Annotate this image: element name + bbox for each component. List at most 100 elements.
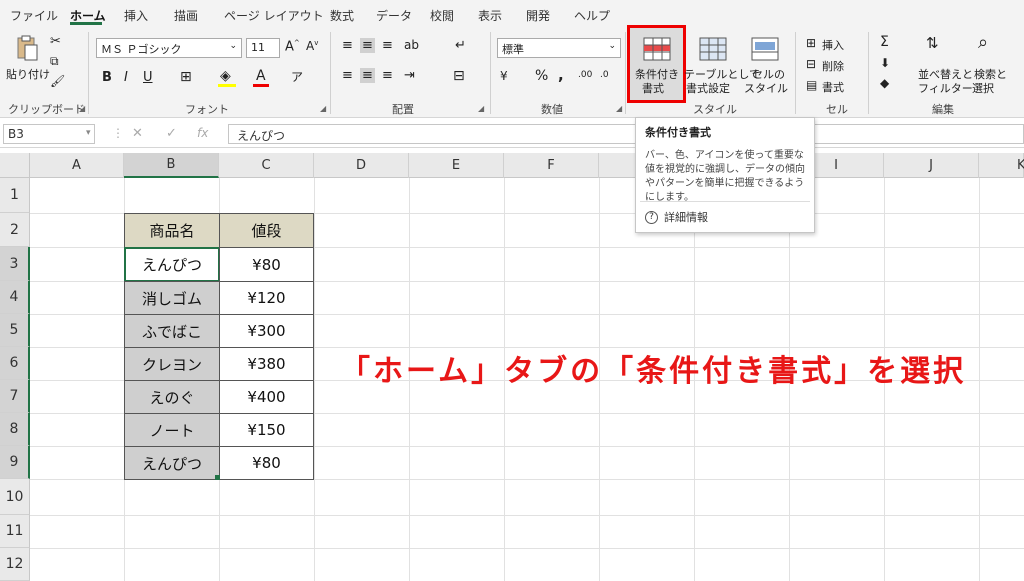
align-top-icon[interactable]: ≡ bbox=[342, 38, 353, 53]
cancel-icon[interactable]: ✕ bbox=[132, 126, 143, 141]
alignment-launcher-icon[interactable]: ◢ bbox=[478, 104, 484, 113]
row-header-10[interactable]: 10 bbox=[0, 479, 30, 515]
row-header-7[interactable]: 7 bbox=[0, 380, 30, 413]
tab-formulas[interactable]: 数式 bbox=[330, 7, 354, 24]
delete-cells-label[interactable]: 削除 bbox=[822, 58, 844, 74]
column-header-d[interactable]: D bbox=[314, 153, 409, 178]
decrease-font-icon[interactable]: Av bbox=[306, 39, 318, 53]
table-cell-price[interactable]: ¥80 bbox=[219, 247, 314, 282]
italic-icon[interactable]: I bbox=[124, 70, 128, 85]
number-launcher-icon[interactable]: ◢ bbox=[616, 104, 622, 113]
name-box[interactable]: B3 bbox=[3, 124, 95, 144]
format-cells-icon[interactable]: ▤ bbox=[806, 78, 817, 92]
insert-cells-icon[interactable]: ⊞ bbox=[806, 36, 816, 50]
table-cell-name[interactable]: ノート bbox=[124, 413, 220, 447]
table-cell-name[interactable]: えんぴつ bbox=[124, 446, 220, 480]
column-header-c[interactable]: C bbox=[219, 153, 314, 178]
tab-developer[interactable]: 開発 bbox=[526, 7, 550, 24]
tab-review[interactable]: 校閲 bbox=[430, 7, 454, 24]
find-select-icon[interactable]: ⌕ bbox=[978, 32, 988, 53]
table-cell-name[interactable]: ふでばこ bbox=[124, 314, 220, 348]
column-header-e[interactable]: E bbox=[409, 153, 504, 178]
name-box-dropdown-icon[interactable]: ▾ bbox=[86, 128, 91, 138]
tab-help[interactable]: ヘルプ bbox=[574, 7, 610, 24]
format-cells-label[interactable]: 書式 bbox=[822, 79, 844, 95]
insert-cells-label[interactable]: 挿入 bbox=[822, 37, 844, 53]
paste-icon[interactable] bbox=[14, 34, 40, 62]
bold-icon[interactable]: B bbox=[102, 70, 112, 85]
table-cell-price[interactable]: ¥400 bbox=[219, 380, 314, 414]
format-as-table-label-2[interactable]: 書式設定 bbox=[686, 80, 730, 96]
font-name-select[interactable]: ＭＳ Ｐゴシック ⌄ bbox=[96, 38, 242, 58]
number-format-select[interactable]: 標準 ⌄ bbox=[497, 38, 621, 58]
align-left-icon[interactable]: ≡ bbox=[342, 68, 353, 83]
row-header-11[interactable]: 11 bbox=[0, 515, 30, 548]
column-header-j[interactable]: J bbox=[884, 153, 979, 178]
tab-data[interactable]: データ bbox=[376, 7, 412, 24]
table-cell-price[interactable]: ¥380 bbox=[219, 347, 314, 381]
copy-icon[interactable]: ⧉ bbox=[50, 54, 59, 69]
table-cell-price[interactable]: ¥300 bbox=[219, 314, 314, 348]
border-icon[interactable]: ⊞ bbox=[180, 69, 192, 85]
increase-decimal-icon[interactable]: .00 bbox=[578, 70, 592, 80]
align-right-icon[interactable]: ≡ bbox=[382, 68, 393, 83]
row-header-8[interactable]: 8 bbox=[0, 413, 30, 446]
clear-icon[interactable]: ◆ bbox=[880, 76, 889, 90]
table-header-price[interactable]: 値段 bbox=[219, 213, 314, 248]
table-cell-name[interactable]: えんぴつ bbox=[124, 247, 220, 282]
column-header-f[interactable]: F bbox=[504, 153, 599, 178]
tab-view[interactable]: 表示 bbox=[478, 7, 502, 24]
decrease-decimal-icon[interactable]: .0 bbox=[600, 70, 609, 80]
increase-font-icon[interactable]: A^ bbox=[285, 39, 300, 54]
column-header-b[interactable]: B bbox=[124, 153, 219, 178]
format-as-table-icon[interactable] bbox=[698, 36, 728, 62]
merge-icon[interactable]: ⊟ bbox=[453, 68, 465, 84]
enter-icon[interactable]: ✓ bbox=[166, 126, 177, 141]
autosum-icon[interactable]: Σ bbox=[880, 34, 889, 50]
row-header-6[interactable]: 6 bbox=[0, 347, 30, 380]
find-select-label-2[interactable]: 選択 bbox=[972, 80, 994, 96]
insert-function-icon[interactable]: fx bbox=[197, 126, 208, 140]
font-color-icon[interactable]: A bbox=[256, 68, 266, 84]
font-launcher-icon[interactable]: ◢ bbox=[320, 104, 326, 113]
align-center-icon[interactable]: ≡ bbox=[360, 68, 375, 83]
sort-filter-label-2[interactable]: フィルター bbox=[918, 80, 973, 96]
fill-handle[interactable] bbox=[215, 475, 220, 480]
row-header-1[interactable]: 1 bbox=[0, 178, 30, 213]
sort-filter-icon[interactable]: ⇅ bbox=[926, 34, 939, 52]
cell-styles-label-2[interactable]: スタイル bbox=[744, 80, 788, 96]
delete-cells-icon[interactable]: ⊟ bbox=[806, 57, 816, 71]
orientation-icon[interactable]: ab bbox=[404, 38, 419, 52]
fill-color-icon[interactable]: ◈ bbox=[220, 68, 231, 84]
column-header-a[interactable]: A bbox=[30, 153, 124, 178]
underline-icon[interactable]: U bbox=[143, 70, 153, 85]
align-middle-icon[interactable]: ≡ bbox=[360, 38, 375, 53]
table-cell-price[interactable]: ¥80 bbox=[219, 446, 314, 480]
paste-label[interactable]: 貼り付け bbox=[6, 66, 50, 82]
row-header-9[interactable]: 9 bbox=[0, 446, 30, 479]
accounting-icon[interactable]: ¥ bbox=[500, 69, 508, 83]
clipboard-launcher-icon[interactable]: ◢ bbox=[79, 104, 85, 113]
align-bottom-icon[interactable]: ≡ bbox=[382, 38, 393, 53]
phonetic-icon[interactable]: ア bbox=[291, 68, 303, 85]
row-header-4[interactable]: 4 bbox=[0, 281, 30, 314]
format-painter-icon[interactable]: 🖌 bbox=[50, 74, 65, 88]
wrap-text-icon[interactable]: ↵ bbox=[455, 38, 466, 53]
table-cell-name[interactable]: クレヨン bbox=[124, 347, 220, 381]
row-header-12[interactable]: 12 bbox=[0, 548, 30, 581]
formula-input[interactable]: えんぴつ bbox=[228, 124, 1024, 144]
cell-styles-icon[interactable] bbox=[750, 36, 780, 62]
tab-draw[interactable]: 描画 bbox=[174, 7, 198, 24]
tab-page-layout[interactable]: ページ レイアウト bbox=[224, 7, 324, 24]
table-cell-name[interactable]: えのぐ bbox=[124, 380, 220, 414]
indent-icon[interactable]: ⇥ bbox=[404, 68, 415, 83]
table-cell-name[interactable]: 消しゴム bbox=[124, 281, 220, 315]
tab-insert[interactable]: 挿入 bbox=[124, 7, 148, 24]
select-all-corner[interactable] bbox=[0, 153, 30, 178]
cut-icon[interactable]: ✂ bbox=[50, 34, 61, 49]
column-header-k[interactable]: K bbox=[979, 153, 1024, 178]
row-header-3[interactable]: 3 bbox=[0, 247, 30, 281]
table-cell-price[interactable]: ¥120 bbox=[219, 281, 314, 315]
row-header-5[interactable]: 5 bbox=[0, 314, 30, 347]
percent-icon[interactable]: % bbox=[535, 68, 548, 84]
